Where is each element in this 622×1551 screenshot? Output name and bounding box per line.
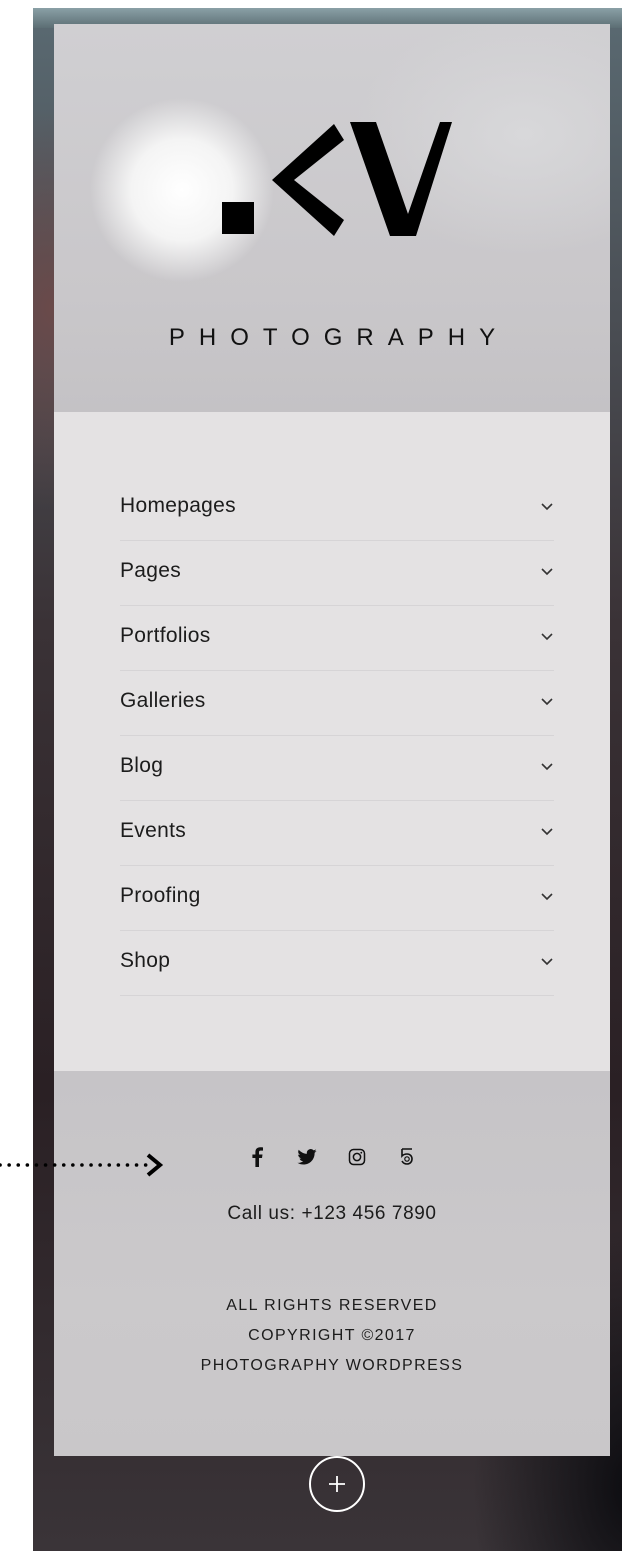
facebook-icon[interactable] [246,1146,268,1168]
menu-item-blog[interactable]: Blog [120,736,554,801]
legal-line: PHOTOGRAPHY WORDPRESS [200,1357,464,1374]
menu-item-label: Homepages [120,494,236,517]
brand-logo[interactable] [222,118,452,238]
menu-item-label: Proofing [120,884,201,907]
chevron-down-icon[interactable] [540,631,554,641]
twitter-icon[interactable] [296,1146,318,1168]
chevron-down-icon[interactable] [540,891,554,901]
menu-item-events[interactable]: Events [120,801,554,866]
chevron-down-icon[interactable] [540,761,554,771]
brand-header: PHOTOGRAPHY [54,24,610,412]
contact-phone: Call us: +123 456 7890 [227,1203,437,1224]
menu-item-label: Events [120,819,186,842]
copyright-notice: ALL RIGHTS RESERVED COPYRIGHT ©2017 PHOT… [54,1291,610,1381]
legal-line: ALL RIGHTS RESERVED [226,1297,438,1314]
chevron-down-icon[interactable] [540,566,554,576]
plus-icon [329,1476,345,1492]
menu-item-portfolios[interactable]: Portfolios [120,606,554,671]
instagram-icon[interactable] [346,1146,368,1168]
side-menu-panel: PHOTOGRAPHY Homepages Pages Portfolios G… [54,24,610,1456]
brand-subtitle: PHOTOGRAPHY [168,324,510,351]
chevron-down-icon[interactable] [540,826,554,836]
menu-item-label: Shop [120,949,171,972]
menu-item-label: Pages [120,559,182,582]
annotation-arrow [0,1153,164,1177]
500px-icon[interactable] [396,1146,418,1168]
menu-item-label: Galleries [120,689,206,712]
main-menu: Homepages Pages Portfolios Galleries Blo… [120,476,554,996]
menu-item-pages[interactable]: Pages [120,541,554,606]
chevron-down-icon[interactable] [540,956,554,966]
menu-item-galleries[interactable]: Galleries [120,671,554,736]
menu-item-shop[interactable]: Shop [120,931,554,996]
menu-item-proofing[interactable]: Proofing [120,866,554,931]
menu-item-label: Blog [120,754,164,777]
chevron-down-icon[interactable] [540,501,554,511]
menu-item-label: Portfolios [120,624,211,647]
legal-line: COPYRIGHT ©2017 [248,1327,416,1344]
chevron-down-icon[interactable] [540,696,554,706]
menu-footer: Call us: +123 456 7890 ALL RIGHTS RESERV… [54,1071,610,1456]
menu-item-homepages[interactable]: Homepages [120,476,554,541]
expand-button[interactable] [309,1456,365,1512]
